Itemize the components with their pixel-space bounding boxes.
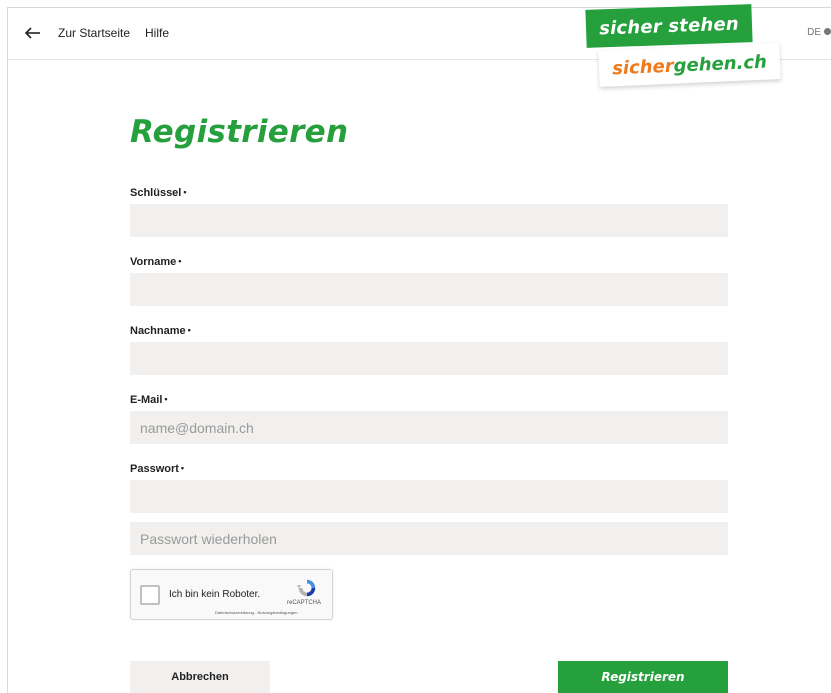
email-label-text: E-Mail bbox=[130, 394, 163, 406]
register-button[interactable]: Registrieren bbox=[558, 661, 728, 693]
key-label: Schlüssel • bbox=[130, 187, 187, 199]
arrow-left-icon[interactable] bbox=[22, 22, 44, 44]
email-label: E-Mail • bbox=[130, 394, 168, 406]
required-mark: • bbox=[164, 394, 168, 404]
cancel-button[interactable]: Abbrechen bbox=[130, 661, 270, 693]
recaptcha-label: Ich bin kein Roboter. bbox=[169, 589, 261, 600]
recaptcha-icon bbox=[296, 579, 316, 597]
logo-top-text: sicher stehen bbox=[598, 13, 740, 39]
key-label-text: Schlüssel bbox=[130, 187, 182, 199]
key-input[interactable] bbox=[130, 204, 728, 237]
required-mark: • bbox=[187, 325, 191, 335]
required-mark: • bbox=[178, 256, 182, 266]
email-field[interactable] bbox=[130, 411, 728, 444]
firstname-label: Vorname • bbox=[130, 256, 181, 268]
logo-sicher-stehen[interactable]: sicher stehen bbox=[585, 4, 753, 48]
language-label: DE bbox=[807, 27, 821, 38]
recaptcha-widget: Ich bin kein Roboter. reCAPTCHA Datensch… bbox=[130, 569, 333, 620]
recaptcha-brand: reCAPTCHA bbox=[286, 600, 321, 606]
logo-bottom-text-green: gehen.ch bbox=[673, 51, 768, 77]
password-label: Passwort • bbox=[130, 463, 184, 475]
lastname-input[interactable] bbox=[130, 342, 728, 375]
password-repeat-input[interactable] bbox=[130, 522, 728, 555]
firstname-input[interactable] bbox=[130, 273, 728, 306]
logo-bottom-text-orange: sicher bbox=[611, 55, 675, 79]
lastname-label: Nachname • bbox=[130, 325, 191, 337]
password-input[interactable] bbox=[130, 480, 728, 513]
home-link[interactable]: Zur Startseite bbox=[58, 26, 130, 40]
help-link[interactable]: Hilfe bbox=[145, 26, 169, 40]
circle-icon bbox=[824, 28, 831, 35]
recaptcha-checkbox[interactable] bbox=[140, 585, 160, 605]
firstname-label-text: Vorname bbox=[130, 256, 177, 268]
page-title: Registrieren bbox=[130, 114, 349, 150]
required-mark: • bbox=[180, 463, 185, 473]
lastname-label-text: Nachname bbox=[130, 325, 186, 337]
language-switcher[interactable]: DE bbox=[807, 27, 831, 38]
password-label-text: Passwort bbox=[130, 463, 179, 475]
required-mark: • bbox=[183, 187, 187, 197]
recaptcha-terms-link[interactable]: Datenschutzerklärung - Nutzungsbedingung… bbox=[215, 610, 298, 615]
